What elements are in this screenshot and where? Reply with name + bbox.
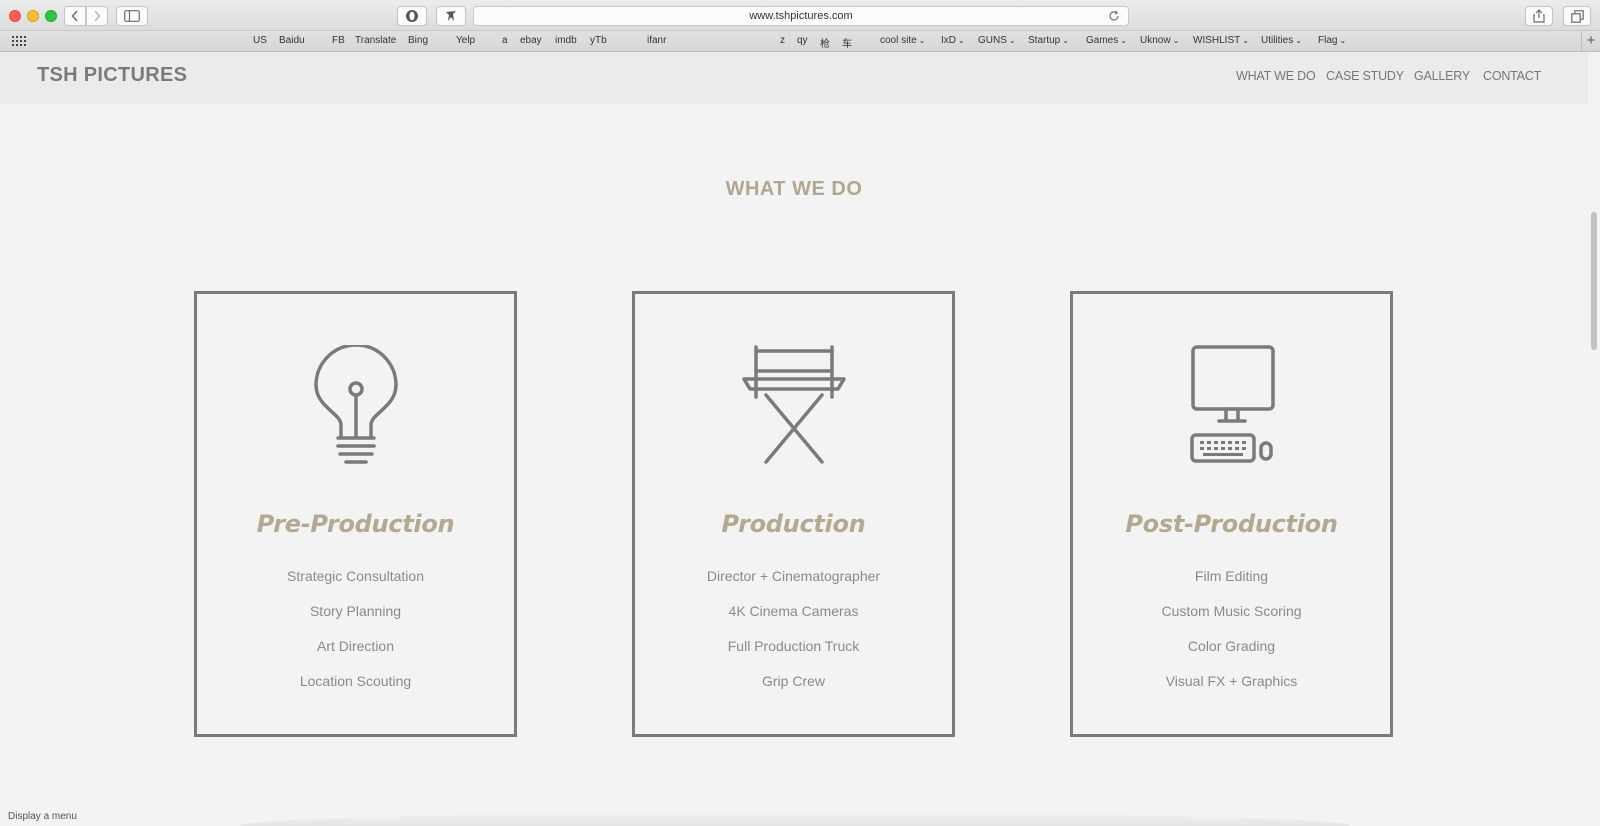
chevron-down-icon: ⌄ — [1242, 36, 1249, 45]
bookmarks-bar: US Baidu FB Translate Bing Yelp a ebay i… — [0, 31, 1600, 52]
bird-extension-icon — [446, 11, 456, 21]
bookmark-ifanr[interactable]: ifanr — [647, 35, 666, 46]
service-item: Story Planning — [309, 603, 402, 619]
service-item: Grip Crew — [761, 673, 825, 689]
add-bookmark-button[interactable]: + — [1581, 31, 1600, 51]
director-chair-icon — [741, 345, 846, 464]
bookmark-ebay[interactable]: ebay — [520, 35, 542, 46]
close-window-button[interactable] — [9, 10, 21, 22]
lightbulb-icon — [313, 345, 398, 464]
bookmark-folder-cool-site[interactable]: cool site ⌄ — [880, 35, 925, 46]
back-button[interactable] — [64, 6, 86, 26]
chevron-down-icon: ⌄ — [1172, 36, 1180, 45]
service-item: Location Scouting — [299, 673, 412, 689]
scrollbar-thumb[interactable] — [1591, 212, 1597, 350]
bookmark-folder-wishlist[interactable]: WISHLIST ⌄ — [1193, 35, 1249, 46]
extension-button-1[interactable] — [397, 6, 427, 26]
bookmark-imdb[interactable]: imdb — [555, 35, 577, 46]
bookmark-baidu[interactable]: Baidu — [279, 35, 305, 46]
chevron-down-icon: ⌄ — [958, 36, 965, 45]
card-title: Post-Production — [1125, 510, 1338, 538]
service-card-pre-production: Pre-Production Strategic Consultation St… — [194, 291, 517, 737]
bookmark-us[interactable]: US — [253, 35, 267, 46]
chevron-down-icon: ⌄ — [1339, 36, 1347, 45]
service-card-post-production: Post-Production Film Editing Custom Musi… — [1070, 291, 1393, 737]
service-item: Full Production Truck — [727, 638, 860, 654]
service-item: 4K Cinema Cameras — [728, 603, 859, 619]
show-tabs-button[interactable] — [1563, 6, 1591, 26]
tabs-overview-icon — [1570, 9, 1584, 23]
service-item: Custom Music Scoring — [1161, 603, 1302, 619]
bookmark-gun-cn[interactable]: 枪 — [820, 35, 830, 50]
maximize-window-button[interactable] — [45, 10, 57, 22]
service-item: Visual FX + Graphics — [1165, 673, 1298, 689]
bookmark-folder-ixd[interactable]: IxD ⌄ — [941, 35, 965, 46]
service-item: Strategic Consultation — [287, 568, 424, 584]
reload-icon[interactable] — [1108, 10, 1120, 22]
nav-gallery[interactable]: GALLERY — [1414, 69, 1470, 83]
address-bar[interactable]: www.tshpictures.com — [473, 6, 1129, 26]
chevron-down-icon: ⌄ — [918, 36, 926, 45]
service-item: Art Direction — [316, 638, 395, 654]
share-icon — [1533, 9, 1545, 23]
service-item: Film Editing — [1194, 568, 1269, 584]
bookmark-car-cn[interactable]: 车 — [842, 35, 852, 50]
bookmark-folder-guns[interactable]: GUNS ⌄ — [978, 35, 1016, 46]
service-item: Director + Cinematographer — [706, 568, 881, 584]
bookmark-translate[interactable]: Translate — [355, 35, 396, 46]
bookmark-youtube[interactable]: yTb — [590, 35, 607, 46]
service-item: Color Grading — [1187, 638, 1276, 654]
bookmark-bing[interactable]: Bing — [408, 35, 428, 46]
section-title: WHAT WE DO — [725, 178, 863, 200]
bookmark-amazon[interactable]: a — [502, 35, 508, 46]
service-card-production: Production Director + Cinematographer 4K… — [632, 291, 955, 737]
extension-button-2[interactable] — [436, 6, 466, 26]
service-list: Strategic Consultation Story Planning Ar… — [197, 568, 514, 708]
bookmark-fb[interactable]: FB — [332, 35, 345, 46]
chevron-down-icon: ⌄ — [1295, 36, 1302, 45]
sidebar-icon — [124, 10, 140, 22]
site-logo[interactable]: TSH PICTURES — [37, 64, 187, 87]
bookmark-qy[interactable]: qy — [797, 35, 808, 46]
bookmark-folder-startup[interactable]: Startup ⌄ — [1028, 35, 1069, 46]
service-list: Film Editing Custom Music Scoring Color … — [1073, 568, 1390, 708]
share-button[interactable] — [1525, 6, 1553, 26]
chevron-right-icon — [94, 10, 101, 22]
apps-grid-icon[interactable] — [12, 35, 26, 47]
nav-what-we-do[interactable]: WHAT WE DO — [1236, 69, 1316, 83]
chevron-down-icon: ⌄ — [1008, 36, 1016, 45]
scrollbar[interactable] — [1588, 52, 1600, 826]
bookmark-folder-games[interactable]: Games ⌄ — [1086, 35, 1127, 46]
bookmark-folder-utilities[interactable]: Utilities ⌄ — [1261, 35, 1302, 46]
service-list: Director + Cinematographer 4K Cinema Cam… — [635, 568, 952, 708]
bookmark-folder-uknow[interactable]: Uknow ⌄ — [1140, 35, 1179, 46]
bookmark-yelp[interactable]: Yelp — [456, 35, 475, 46]
card-title: Production — [721, 510, 866, 538]
card-title: Pre-Production — [256, 510, 455, 538]
bookmark-folder-flag[interactable]: Flag ⌄ — [1318, 35, 1346, 46]
next-section-edge — [240, 812, 1350, 826]
nav-contact[interactable]: CONTACT — [1483, 69, 1541, 83]
computer-icon — [1189, 345, 1275, 463]
status-bar-text: Display a menu — [0, 808, 85, 826]
browser-toolbar: www.tshpictures.com — [0, 0, 1600, 31]
nav-case-study[interactable]: CASE STUDY — [1326, 69, 1404, 83]
sidebar-toggle-button[interactable] — [116, 6, 148, 26]
bookmark-z[interactable]: z — [780, 35, 785, 46]
minimize-window-button[interactable] — [27, 10, 39, 22]
site-header: TSH PICTURES WHAT WE DO CASE STUDY GALLE… — [0, 52, 1588, 104]
chevron-down-icon: ⌄ — [1062, 36, 1069, 45]
url-text: www.tshpictures.com — [749, 10, 853, 22]
chevron-left-icon — [71, 10, 78, 22]
chevron-down-icon: ⌄ — [1120, 36, 1127, 45]
forward-button[interactable] — [86, 6, 108, 26]
opera-extension-icon — [406, 10, 418, 22]
